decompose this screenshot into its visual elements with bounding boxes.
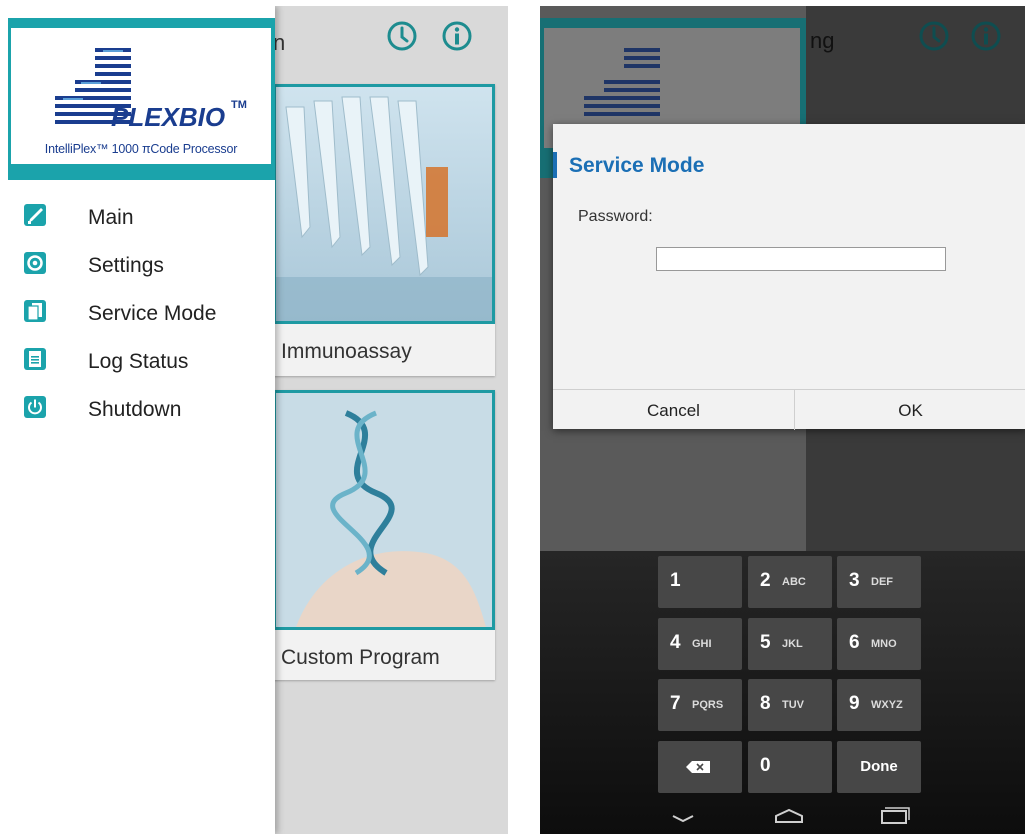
menu-item-main[interactable]: Main [8,202,275,250]
plexbio-brand-text: PLEXBIO [111,102,225,132]
clock-icon [919,21,949,51]
drawer-menu: Main Settings Service Mode Log Status Sh… [8,202,275,442]
immunoassay-image [273,84,495,324]
key-3[interactable]: 3 DEF [837,556,921,608]
service-mode-dialog: Service Mode Password: Cancel OK [553,124,1025,430]
backspace-icon [686,761,710,773]
password-input[interactable] [656,247,946,271]
pipette-icon [24,204,46,226]
custom-program-card[interactable]: Custom Program [273,390,495,680]
left-screenshot: n Immunoassay Custom Program PLEXBIO TM … [8,6,508,834]
product-tagline: IntelliPlex™ 1000 πCode Processor [44,142,238,156]
key-8[interactable]: 8 TUV [748,679,832,731]
key-5[interactable]: 5 JKL [748,618,832,670]
backspace-key[interactable] [658,741,742,793]
document-icon [24,348,46,370]
menu-item-shutdown[interactable]: Shutdown [8,394,275,442]
key-7[interactable]: 7 PQRS [658,679,742,731]
numeric-keyboard: 1 2 ABC 3 DEF 4 GHI 5 JKL 6 MNO 7 PQRS 8 TUV 9W… [540,551,1025,834]
menu-item-log-status[interactable]: Log Status [8,346,275,394]
dialog-button-bar: Cancel OK [553,389,1025,430]
custom-program-card-title: Custom Program [281,646,440,669]
menu-item-service-mode[interactable]: Service Mode [8,298,275,346]
clock-icon[interactable] [386,20,418,52]
action-bar-title-partial: ng [810,28,835,53]
immunoassay-card[interactable]: Immunoassay [273,84,495,376]
key-6[interactable]: 6 MNO [837,618,921,670]
key-4[interactable]: 4 GHI [658,618,742,670]
gear-icon [24,252,46,274]
info-icon[interactable] [441,20,473,52]
power-icon [24,396,46,418]
documents-icon [24,300,46,322]
back-icon [672,815,694,823]
key-1[interactable]: 1 [658,556,742,608]
navigation-drawer: PLEXBIO TM IntelliPlex™ 1000 πCode Proce… [8,6,275,834]
menu-item-label: Main [88,206,134,229]
menu-item-label: Settings [88,254,164,277]
info-icon [971,21,1001,51]
right-screenshot: ng Service Mode Password: Cancel OK 1 2 … [540,6,1025,834]
home-icon [775,808,803,823]
plexbio-logo-graphic: PLEXBIO TM [55,48,247,132]
menu-item-label: Shutdown [88,398,182,421]
dialog-title-accent [553,152,557,178]
drawer-header: PLEXBIO TM IntelliPlex™ 1000 πCode Proce… [8,18,275,180]
custom-program-image [273,390,495,630]
key-2[interactable]: 2 ABC [748,556,832,608]
system-navigation-bar [540,796,1025,834]
menu-item-settings[interactable]: Settings [8,250,275,298]
plexbio-logo: PLEXBIO TM IntelliPlex™ 1000 πCode Proce… [11,28,271,164]
menu-item-label: Service Mode [88,302,217,325]
dialog-title: Service Mode [569,154,705,177]
done-key[interactable]: Done [837,741,921,793]
svg-text:TM: TM [231,99,247,111]
password-label: Password: [578,208,653,225]
recent-apps-icon [881,807,910,824]
key-9[interactable]: 9 WXYZ [837,679,921,731]
cancel-button[interactable]: Cancel [553,390,794,430]
menu-item-label: Log Status [88,350,189,373]
key-0[interactable]: 0 [748,741,832,793]
ok-button[interactable]: OK [795,390,1025,430]
immunoassay-card-title: Immunoassay [281,340,412,363]
